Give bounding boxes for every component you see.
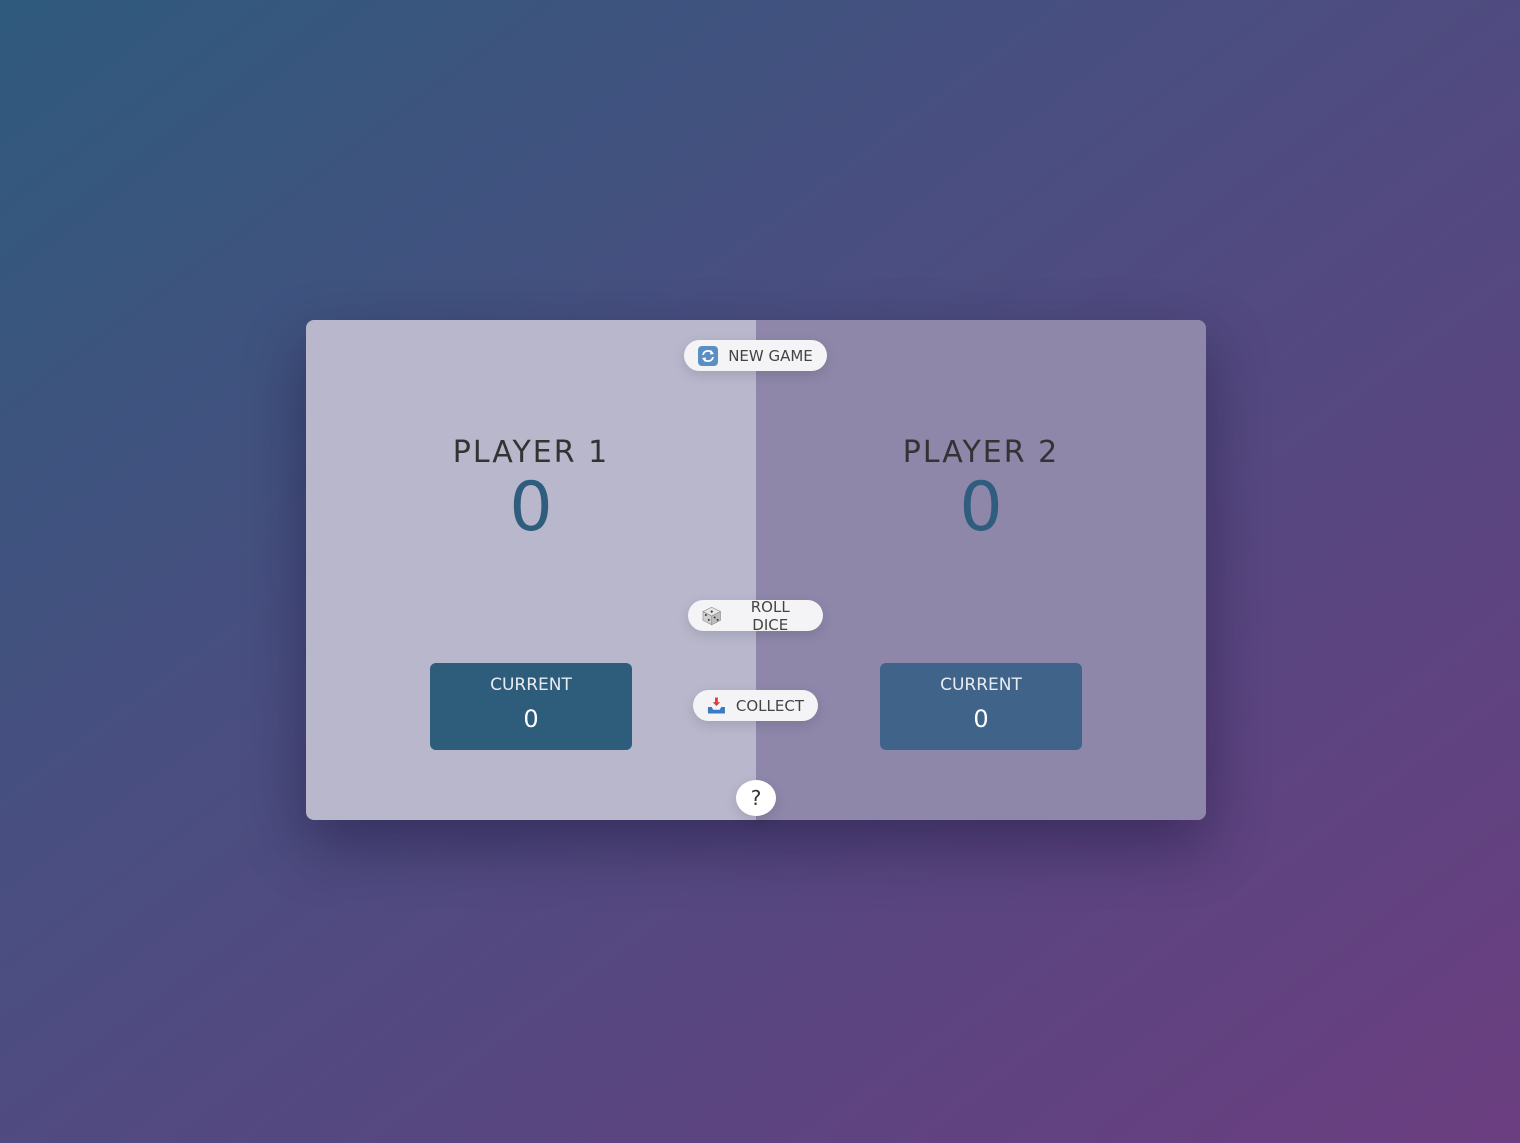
roll-dice-label: ROLL DICE [750,597,790,634]
new-game-label: NEW GAME [728,346,813,365]
player-1-name: PLAYER 1 [452,434,610,470]
player-2-current-score: 0 [973,705,989,733]
player-1-current-score: 0 [523,705,539,733]
player-2-score: 0 [959,468,1003,547]
player-2-current-box: CURRENT 0 [880,663,1082,750]
new-game-button[interactable]: NEW GAME [684,340,827,371]
collect-button[interactable]: COLLECT [693,690,818,721]
game-board: PLAYER 1 0 CURRENT 0 PLAYER 2 0 CURRENT … [306,320,1206,820]
refresh-icon [698,345,719,366]
help-button[interactable]: ? [736,780,776,816]
player-1-current-label: CURRENT [490,675,572,695]
player-2-panel: PLAYER 2 0 CURRENT 0 [756,320,1206,820]
player-1-panel: PLAYER 1 0 CURRENT 0 [306,320,756,820]
player-1-score: 0 [509,468,553,547]
collect-label: COLLECT [735,696,804,715]
inbox-tray-icon [707,696,725,714]
dice-icon [702,606,722,625]
player-2-current-label: CURRENT [940,675,1022,695]
player-1-current-box: CURRENT 0 [430,663,632,750]
player-2-name: PLAYER 2 [902,434,1060,470]
roll-dice-button[interactable]: ROLL DICE [688,597,823,634]
